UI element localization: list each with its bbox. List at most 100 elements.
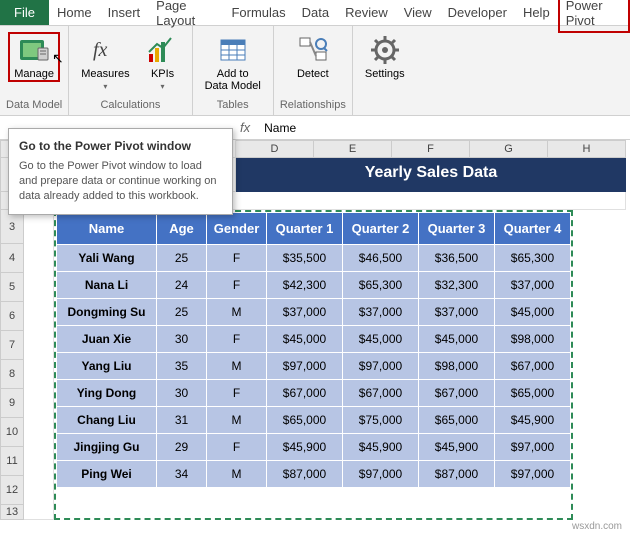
header-q2[interactable]: Quarter 2 bbox=[343, 213, 419, 245]
row-header-4[interactable]: 4 bbox=[0, 244, 24, 273]
table-cell[interactable]: M bbox=[207, 461, 267, 488]
table-cell[interactable]: $42,300 bbox=[267, 272, 343, 299]
tab-review[interactable]: Review bbox=[337, 0, 396, 25]
table-cell[interactable]: $87,000 bbox=[267, 461, 343, 488]
row-header-9[interactable]: 9 bbox=[0, 389, 24, 418]
table-cell[interactable]: $97,000 bbox=[343, 353, 419, 380]
table-cell[interactable]: $36,500 bbox=[419, 245, 495, 272]
table-cell[interactable]: $45,000 bbox=[495, 299, 571, 326]
table-cell[interactable]: $65,000 bbox=[495, 380, 571, 407]
row-header-5[interactable]: 5 bbox=[0, 273, 24, 302]
col-header-g[interactable]: G bbox=[470, 140, 548, 158]
table-cell[interactable]: F bbox=[207, 245, 267, 272]
header-q4[interactable]: Quarter 4 bbox=[495, 213, 571, 245]
row-header-8[interactable]: 8 bbox=[0, 360, 24, 389]
row-header-12[interactable]: 12 bbox=[0, 476, 24, 505]
table-cell[interactable]: F bbox=[207, 380, 267, 407]
row-header-13[interactable]: 13 bbox=[0, 505, 24, 520]
table-cell[interactable]: $45,900 bbox=[419, 434, 495, 461]
row-header-3[interactable]: 3 bbox=[0, 210, 24, 244]
row-header-6[interactable]: 6 bbox=[0, 302, 24, 331]
table-cell[interactable]: $97,000 bbox=[343, 461, 419, 488]
header-q3[interactable]: Quarter 3 bbox=[419, 213, 495, 245]
add-to-data-model-button[interactable]: Add to Data Model bbox=[199, 32, 267, 94]
table-cell[interactable]: $65,000 bbox=[267, 407, 343, 434]
table-cell[interactable]: 25 bbox=[157, 299, 207, 326]
col-header-e[interactable]: E bbox=[314, 140, 392, 158]
table-cell[interactable]: $87,000 bbox=[419, 461, 495, 488]
table-cell[interactable]: 35 bbox=[157, 353, 207, 380]
row-header-10[interactable]: 10 bbox=[0, 418, 24, 447]
tab-view[interactable]: View bbox=[396, 0, 440, 25]
table-cell[interactable]: Juan Xie bbox=[57, 326, 157, 353]
col-header-h[interactable]: H bbox=[548, 140, 626, 158]
table-cell[interactable]: $67,000 bbox=[495, 353, 571, 380]
tab-formulas[interactable]: Formulas bbox=[223, 0, 293, 25]
table-cell[interactable]: 24 bbox=[157, 272, 207, 299]
table-cell[interactable]: 34 bbox=[157, 461, 207, 488]
row-header-11[interactable]: 11 bbox=[0, 447, 24, 476]
table-cell[interactable]: $45,000 bbox=[267, 326, 343, 353]
table-cell[interactable]: $67,000 bbox=[267, 380, 343, 407]
table-cell[interactable]: $65,300 bbox=[495, 245, 571, 272]
kpis-button[interactable]: KPIs ▾ bbox=[140, 32, 186, 93]
table-cell[interactable]: 25 bbox=[157, 245, 207, 272]
detect-button[interactable]: Detect bbox=[290, 32, 336, 82]
table-cell[interactable]: $75,000 bbox=[343, 407, 419, 434]
table-cell[interactable]: $45,000 bbox=[343, 326, 419, 353]
table-cell[interactable]: $97,000 bbox=[495, 434, 571, 461]
tab-help[interactable]: Help bbox=[515, 0, 558, 25]
col-header-d[interactable]: D bbox=[236, 140, 314, 158]
table-cell[interactable]: $65,000 bbox=[419, 407, 495, 434]
table-cell[interactable]: $45,000 bbox=[419, 326, 495, 353]
row-header-7[interactable]: 7 bbox=[0, 331, 24, 360]
table-cell[interactable]: Dongming Su bbox=[57, 299, 157, 326]
table-cell[interactable]: $67,000 bbox=[419, 380, 495, 407]
table-cell[interactable]: Ying Dong bbox=[57, 380, 157, 407]
header-gender[interactable]: Gender bbox=[207, 213, 267, 245]
table-cell[interactable]: 30 bbox=[157, 326, 207, 353]
header-age[interactable]: Age bbox=[157, 213, 207, 245]
table-cell[interactable]: M bbox=[207, 353, 267, 380]
tab-home[interactable]: Home bbox=[49, 0, 100, 25]
tab-developer[interactable]: Developer bbox=[440, 0, 515, 25]
table-cell[interactable]: $98,000 bbox=[495, 326, 571, 353]
table-cell[interactable]: 30 bbox=[157, 380, 207, 407]
table-cell[interactable]: $65,300 bbox=[343, 272, 419, 299]
col-header-f[interactable]: F bbox=[392, 140, 470, 158]
table-cell[interactable]: F bbox=[207, 434, 267, 461]
table-cell[interactable]: $35,500 bbox=[267, 245, 343, 272]
table-cell[interactable]: M bbox=[207, 407, 267, 434]
table-cell[interactable]: $98,000 bbox=[419, 353, 495, 380]
header-q1[interactable]: Quarter 1 bbox=[267, 213, 343, 245]
table-cell[interactable]: Chang Liu bbox=[57, 407, 157, 434]
table-cell[interactable]: $37,000 bbox=[343, 299, 419, 326]
table-cell[interactable]: $97,000 bbox=[495, 461, 571, 488]
formula-input[interactable] bbox=[258, 118, 630, 138]
table-cell[interactable]: $45,900 bbox=[343, 434, 419, 461]
table-cell[interactable]: $67,000 bbox=[343, 380, 419, 407]
tab-data[interactable]: Data bbox=[294, 0, 337, 25]
title-cell[interactable]: Yearly Sales Data bbox=[236, 158, 626, 192]
tab-power-pivot[interactable]: Power Pivot bbox=[558, 0, 630, 33]
table-cell[interactable]: Yang Liu bbox=[57, 353, 157, 380]
table-cell[interactable]: $46,500 bbox=[343, 245, 419, 272]
table-cell[interactable]: Ping Wei bbox=[57, 461, 157, 488]
table-cell[interactable]: Jingjing Gu bbox=[57, 434, 157, 461]
table-cell[interactable]: $37,000 bbox=[267, 299, 343, 326]
header-name[interactable]: Name bbox=[57, 213, 157, 245]
table-cell[interactable]: $37,000 bbox=[495, 272, 571, 299]
table-cell[interactable]: $45,900 bbox=[495, 407, 571, 434]
table-cell[interactable]: $37,000 bbox=[419, 299, 495, 326]
table-cell[interactable]: F bbox=[207, 272, 267, 299]
table-cell[interactable]: Yali Wang bbox=[57, 245, 157, 272]
table-cell[interactable]: F bbox=[207, 326, 267, 353]
measures-button[interactable]: fx Measures ▾ bbox=[75, 32, 135, 93]
tab-insert[interactable]: Insert bbox=[100, 0, 149, 25]
fx-icon[interactable]: fx bbox=[232, 120, 258, 135]
table-cell[interactable]: $32,300 bbox=[419, 272, 495, 299]
table-cell[interactable]: 29 bbox=[157, 434, 207, 461]
settings-button[interactable]: Settings bbox=[359, 32, 411, 82]
table-cell[interactable]: $97,000 bbox=[267, 353, 343, 380]
table-cell[interactable]: 31 bbox=[157, 407, 207, 434]
